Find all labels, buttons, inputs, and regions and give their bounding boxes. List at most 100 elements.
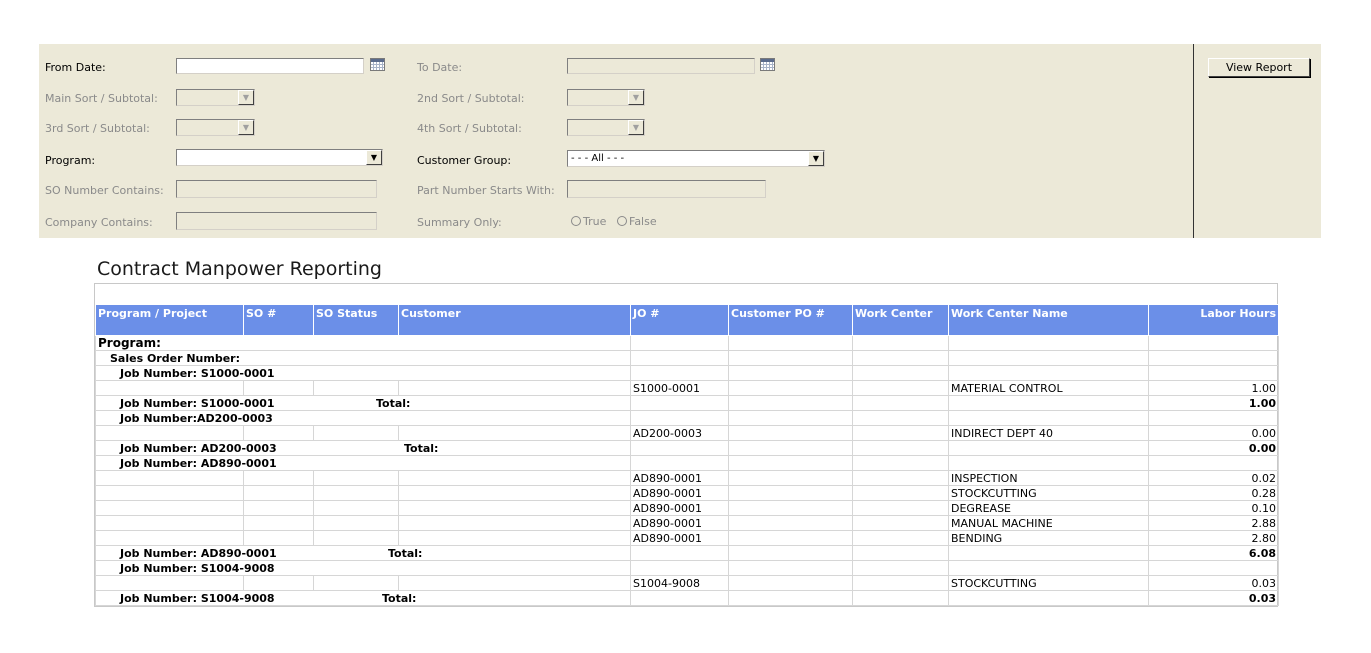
labor-hours-cell: 0.28 <box>1148 485 1279 501</box>
labor-hours-cell: 0.03 <box>1148 575 1279 591</box>
job-total-hours-cell: 0.03 <box>1148 590 1279 606</box>
labor-hours-cell: 2.80 <box>1148 530 1279 546</box>
second-sort-select[interactable]: ▼ <box>567 89 645 106</box>
second-sort-label: 2nd Sort / Subtotal: <box>417 92 525 105</box>
jo-number-cell: S1000-0001 <box>630 380 729 396</box>
col-header: Customer <box>398 304 631 336</box>
total-label: Total: <box>404 442 439 455</box>
program-select[interactable]: ▼ <box>176 149 383 166</box>
job-number-label: Job Number: AD890-0001 <box>120 547 277 560</box>
table-row: AD200-0003 INDIRECT DEPT 40 0.00 <box>95 425 1279 441</box>
main-sort-select[interactable]: ▼ <box>176 89 255 106</box>
job-group-header-row: Job Number:AD200-0003 <box>95 410 1279 426</box>
report-title: Contract Manpower Reporting <box>97 258 382 280</box>
job-total-label-cell: Job Number: S1004-9008 Total: <box>95 590 631 606</box>
third-sort-label: 3rd Sort / Subtotal: <box>45 122 150 135</box>
work-center-name-cell: DEGREASE <box>948 500 1149 516</box>
from-date-input[interactable] <box>176 58 364 74</box>
job-number-label: Job Number: S1004-9008 <box>120 592 275 605</box>
total-label: Total: <box>376 397 411 410</box>
job-total-hours-cell: 0.00 <box>1148 440 1279 456</box>
job-group-header-row: Job Number: S1000-0001 <box>95 365 1279 381</box>
sales-order-row: Sales Order Number: <box>95 350 1279 366</box>
calendar-icon[interactable] <box>760 58 775 71</box>
table-row: AD890-0001 DEGREASE 0.10 <box>95 500 1279 516</box>
total-label: Total: <box>388 547 423 560</box>
col-header: Labor Hours <box>1148 304 1279 336</box>
radio-icon[interactable] <box>571 216 581 226</box>
job-number-label: Job Number: S1000-0001 <box>95 365 631 381</box>
table-row: AD890-0001 MANUAL MACHINE 2.88 <box>95 515 1279 531</box>
job-number-label: Job Number: S1000-0001 <box>120 397 275 410</box>
col-header: Work Center <box>852 304 949 336</box>
work-center-name-cell: STOCKCUTTING <box>948 485 1149 501</box>
job-group-header-row: Job Number: S1004-9008 <box>95 560 1279 576</box>
labor-hours-cell: 0.02 <box>1148 470 1279 486</box>
jo-number-cell: AD890-0001 <box>630 470 729 486</box>
program-row: Program: <box>95 335 1279 351</box>
job-total-label-cell: Job Number: S1000-0001 Total: <box>95 395 631 411</box>
customer-group-select[interactable]: - - - All - - - ▼ <box>567 150 825 167</box>
col-header: Program / Project <box>95 304 244 336</box>
third-sort-select[interactable]: ▼ <box>176 119 255 136</box>
job-total-label-cell: Job Number: AD200-0003 Total: <box>95 440 631 456</box>
job-group-header-row: Job Number: AD890-0001 <box>95 455 1279 471</box>
so-number-label: SO Number Contains: <box>45 184 164 197</box>
main-sort-label: Main Sort / Subtotal: <box>45 92 158 105</box>
work-center-name-cell: BENDING <box>948 530 1149 546</box>
chevron-down-icon: ▼ <box>628 120 644 135</box>
col-header: Work Center Name <box>948 304 1149 336</box>
part-number-label: Part Number Starts With: <box>417 184 555 197</box>
job-total-row: Job Number: AD890-0001 Total: 6.08 <box>95 545 1279 561</box>
company-input[interactable] <box>176 212 377 230</box>
job-number-label: Job Number: AD200-0003 <box>120 442 277 455</box>
table-row: AD890-0001 BENDING 2.80 <box>95 530 1279 546</box>
labor-hours-cell: 0.00 <box>1148 425 1279 441</box>
report-header-row: Program / Project SO # SO Status Custome… <box>95 304 1279 336</box>
table-row: AD890-0001 STOCKCUTTING 0.28 <box>95 485 1279 501</box>
job-total-label-cell: Job Number: AD890-0001 Total: <box>95 545 631 561</box>
labor-hours-cell: 1.00 <box>1148 380 1279 396</box>
job-total-row: Job Number: S1000-0001 Total: 1.00 <box>95 395 1279 411</box>
jo-number-cell: AD890-0001 <box>630 515 729 531</box>
so-number-input[interactable] <box>176 180 377 198</box>
to-date-input[interactable] <box>567 58 755 74</box>
summary-false-option[interactable]: False <box>617 215 657 228</box>
radio-icon[interactable] <box>617 216 627 226</box>
summary-only-label: Summary Only: <box>417 216 502 229</box>
job-total-hours-cell: 6.08 <box>1148 545 1279 561</box>
report-table: Program / Project SO # SO Status Custome… <box>95 304 1279 606</box>
work-center-name-cell: INSPECTION <box>948 470 1149 486</box>
job-total-row: Job Number: S1004-9008 Total: 0.03 <box>95 590 1279 606</box>
calendar-icon[interactable] <box>370 58 385 71</box>
report-parameters-panel: From Date: To Date: Main Sort / Subtotal… <box>39 44 1321 238</box>
table-row: S1004-9008 STOCKCUTTING 0.03 <box>95 575 1279 591</box>
fourth-sort-label: 4th Sort / Subtotal: <box>417 122 522 135</box>
summary-true-label: True <box>583 215 607 228</box>
labor-hours-cell: 2.88 <box>1148 515 1279 531</box>
col-header: JO # <box>630 304 729 336</box>
labor-hours-cell: 0.10 <box>1148 500 1279 516</box>
summary-true-option[interactable]: True <box>571 215 606 228</box>
job-number-label: Job Number: S1004-9008 <box>95 560 631 576</box>
fourth-sort-select[interactable]: ▼ <box>567 119 645 136</box>
company-label: Company Contains: <box>45 216 153 229</box>
job-number-label: Job Number:AD200-0003 <box>95 410 631 426</box>
col-header: SO Status <box>313 304 399 336</box>
part-number-input[interactable] <box>567 180 766 198</box>
jo-number-cell: AD890-0001 <box>630 530 729 546</box>
program-label: Program: <box>45 154 96 167</box>
col-header: Customer PO # <box>728 304 853 336</box>
work-center-name-cell: MATERIAL CONTROL <box>948 380 1149 396</box>
chevron-down-icon: ▼ <box>808 151 824 166</box>
work-center-name-cell: MANUAL MACHINE <box>948 515 1149 531</box>
view-report-button[interactable]: View Report <box>1208 58 1310 77</box>
job-total-hours-cell: 1.00 <box>1148 395 1279 411</box>
chevron-down-icon: ▼ <box>366 150 382 165</box>
customer-group-label: Customer Group: <box>417 154 512 167</box>
jo-number-cell: AD890-0001 <box>630 485 729 501</box>
work-center-name-cell: INDIRECT DEPT 40 <box>948 425 1149 441</box>
from-date-label: From Date: <box>45 61 106 74</box>
panel-divider <box>1193 44 1194 238</box>
chevron-down-icon: ▼ <box>628 90 644 105</box>
